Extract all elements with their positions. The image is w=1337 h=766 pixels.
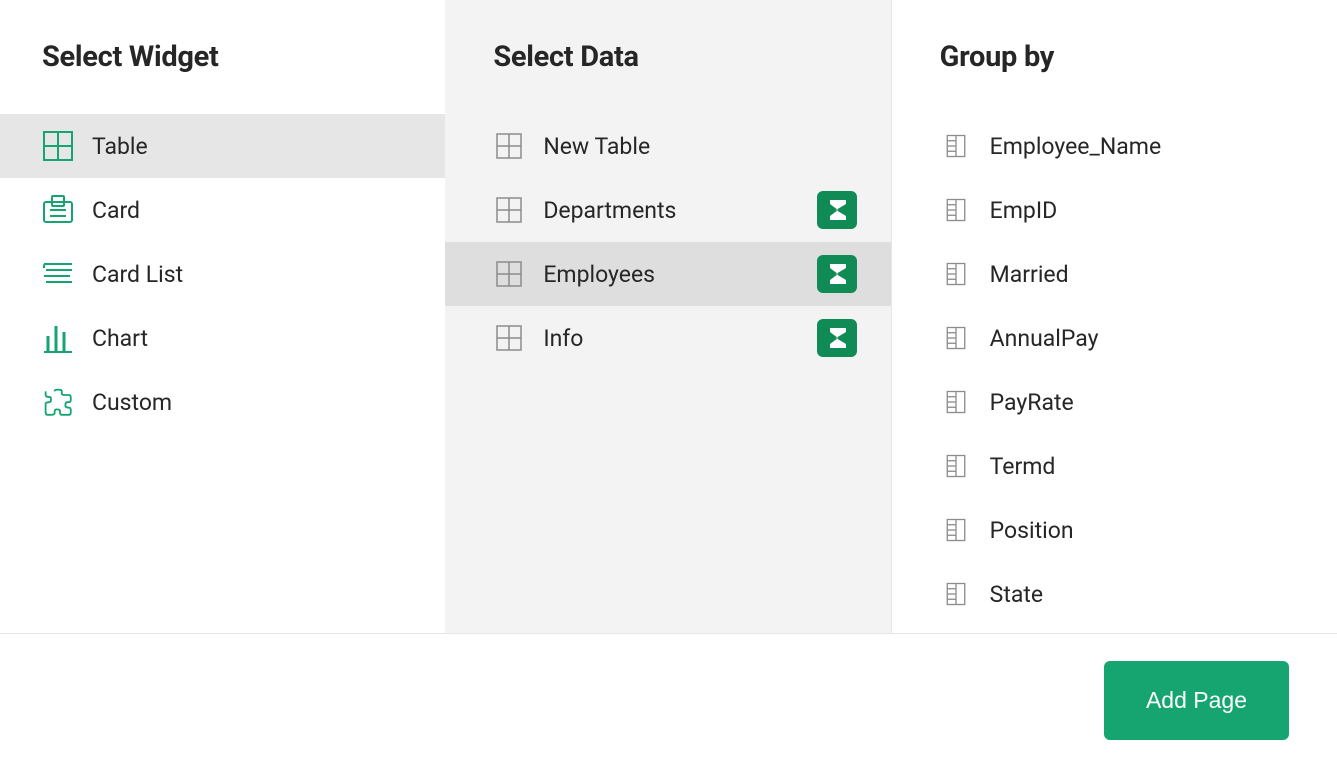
data-item[interactable]: Departments — [445, 178, 890, 242]
groupby-item-label: EmpID — [990, 197, 1317, 224]
column-icon — [940, 322, 972, 354]
table-icon — [42, 130, 74, 162]
groupby-item[interactable]: PayRate — [892, 370, 1337, 434]
data-item-label: Info — [543, 325, 798, 352]
groupby-item-label: PayRate — [990, 389, 1317, 416]
table-icon — [493, 258, 525, 290]
groupby-item-label: Married — [990, 261, 1317, 288]
sigma-icon[interactable] — [817, 255, 857, 293]
column-icon — [940, 194, 972, 226]
groupby-column: Group by Employee_Name EmpID Married Annual… — [892, 0, 1337, 633]
sigma-icon[interactable] — [817, 319, 857, 357]
groupby-item[interactable]: Termd — [892, 434, 1337, 498]
columns-container: Select Widget Table Card Card List Chart Cus… — [0, 0, 1337, 633]
data-item[interactable]: Employees — [445, 242, 890, 306]
widget-item-label: Custom — [92, 389, 425, 416]
widget-item-custom[interactable]: Custom — [0, 370, 445, 434]
groupby-item[interactable]: Position — [892, 498, 1337, 562]
column-icon — [940, 258, 972, 290]
custom-icon — [42, 386, 74, 418]
column-icon — [940, 386, 972, 418]
widget-item-label: Table — [92, 133, 425, 160]
groupby-item-label: State — [990, 581, 1317, 608]
widget-item-label: Card List — [92, 261, 425, 288]
column-icon — [940, 578, 972, 610]
card-icon — [42, 194, 74, 226]
widget-item-table[interactable]: Table — [0, 114, 445, 178]
cardlist-icon — [42, 258, 74, 290]
groupby-item[interactable]: Married — [892, 242, 1337, 306]
data-item-label: New Table — [543, 133, 856, 160]
groupby-item-label: Position — [990, 517, 1317, 544]
widget-item-cardlist[interactable]: Card List — [0, 242, 445, 306]
table-icon — [493, 130, 525, 162]
data-item-label: Departments — [543, 197, 798, 224]
groupby-item-label: AnnualPay — [990, 325, 1317, 352]
widget-column-title: Select Widget — [0, 40, 445, 114]
groupby-item-label: Termd — [990, 453, 1317, 480]
chart-icon — [42, 322, 74, 354]
groupby-item[interactable]: EmpID — [892, 178, 1337, 242]
sigma-icon[interactable] — [817, 191, 857, 229]
widget-item-label: Card — [92, 197, 425, 224]
widget-column: Select Widget Table Card Card List Chart Cus… — [0, 0, 445, 633]
column-icon — [940, 450, 972, 482]
data-column: Select Data New Table Departments Employee… — [445, 0, 891, 633]
groupby-item[interactable]: AnnualPay — [892, 306, 1337, 370]
groupby-column-title: Group by — [892, 40, 1337, 114]
footer-bar: Add Page — [0, 633, 1337, 766]
groupby-item[interactable]: Employee_Name — [892, 114, 1337, 178]
groupby-list: Employee_Name EmpID Married AnnualPay PayRat… — [892, 114, 1337, 626]
data-item[interactable]: New Table — [445, 114, 890, 178]
widget-list: Table Card Card List Chart Custom — [0, 114, 445, 434]
add-page-button[interactable]: Add Page — [1104, 661, 1289, 740]
table-icon — [493, 194, 525, 226]
data-column-title: Select Data — [445, 40, 890, 114]
table-icon — [493, 322, 525, 354]
groupby-item[interactable]: State — [892, 562, 1337, 626]
widget-item-chart[interactable]: Chart — [0, 306, 445, 370]
groupby-item-label: Employee_Name — [990, 133, 1317, 160]
data-list: New Table Departments Employees Info — [445, 114, 890, 370]
data-item[interactable]: Info — [445, 306, 890, 370]
column-icon — [940, 130, 972, 162]
data-item-label: Employees — [543, 261, 798, 288]
column-icon — [940, 514, 972, 546]
widget-item-card[interactable]: Card — [0, 178, 445, 242]
widget-item-label: Chart — [92, 325, 425, 352]
